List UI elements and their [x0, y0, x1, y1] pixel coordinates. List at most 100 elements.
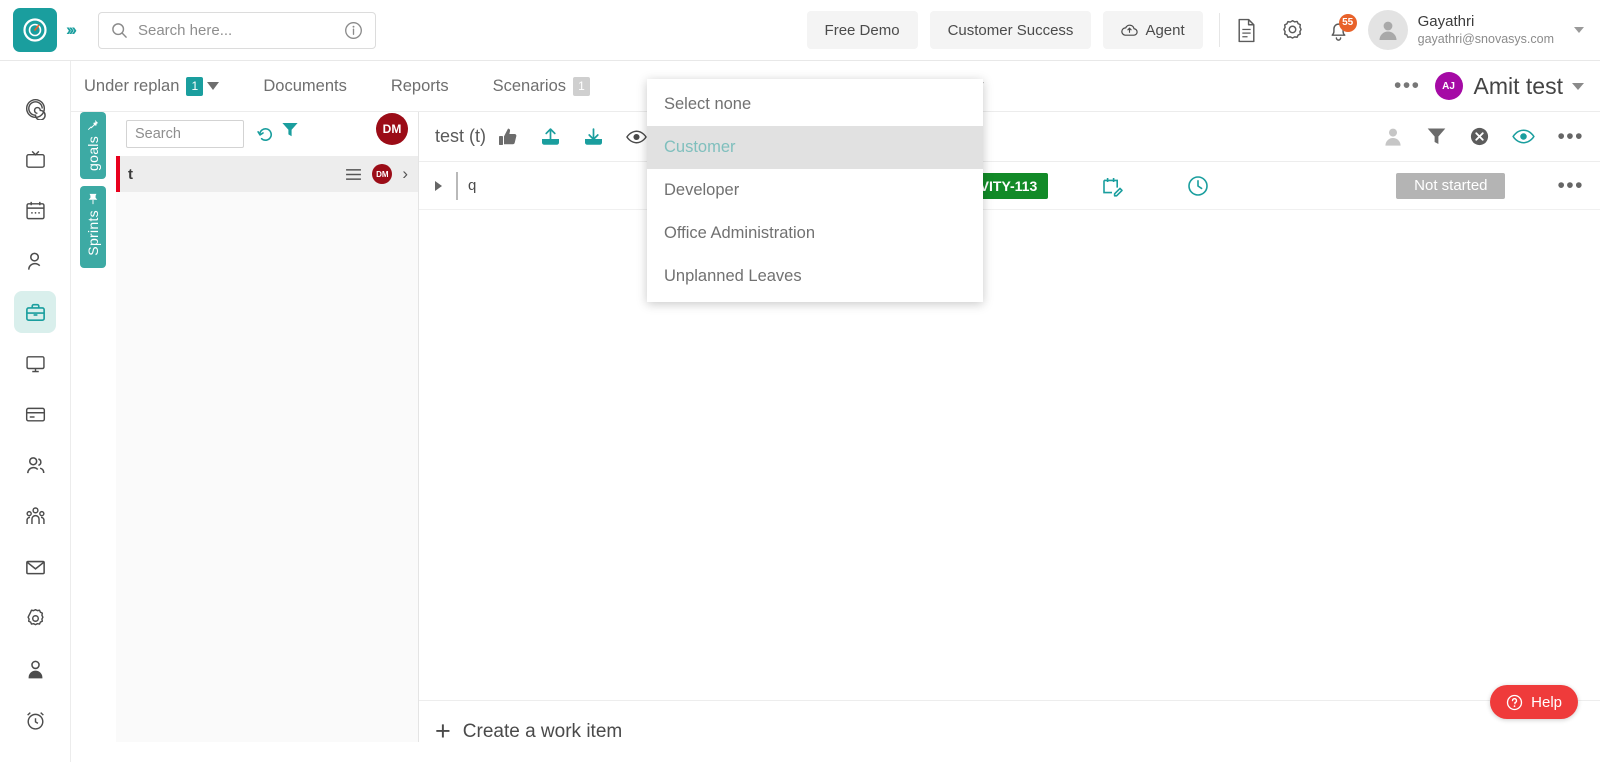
- category-dropdown-menu: Select none Customer Developer Office Ad…: [647, 79, 983, 302]
- monitor-icon: [24, 352, 47, 375]
- sidebar-item-dashboard[interactable]: [14, 87, 56, 129]
- create-work-item-row[interactable]: + Create a work item: [419, 700, 1600, 762]
- person-icon: [24, 250, 47, 273]
- vertical-tab-goals[interactable]: goals: [80, 112, 106, 179]
- sidebar-item-work[interactable]: [14, 291, 56, 333]
- alarm-clock-icon: [24, 709, 47, 732]
- free-demo-button[interactable]: Free Demo: [806, 11, 918, 49]
- gear-icon[interactable]: [1270, 8, 1316, 52]
- funnel-filter-icon[interactable]: [281, 121, 299, 139]
- notification-bell-icon[interactable]: 55: [1316, 8, 1362, 52]
- person-filter-icon[interactable]: [1382, 126, 1404, 148]
- sidebar-item-settings[interactable]: [14, 597, 56, 639]
- main-content: test (t) ••• q ACTIVITY-113 Not started …: [419, 112, 1600, 762]
- sidebar-item-contacts[interactable]: [14, 240, 56, 282]
- plus-icon: +: [435, 716, 451, 746]
- clock-icon[interactable]: [1186, 174, 1210, 198]
- help-button[interactable]: Help: [1490, 685, 1578, 719]
- hamburger-menu-icon[interactable]: [345, 168, 362, 181]
- customer-success-button[interactable]: Customer Success: [929, 11, 1092, 49]
- more-options-icon[interactable]: •••: [1557, 125, 1584, 149]
- work-item-title: test (t): [435, 126, 487, 146]
- mail-icon: [24, 556, 47, 579]
- dropdown-item-unplanned-leaves[interactable]: Unplanned Leaves: [647, 255, 983, 298]
- global-search[interactable]: [97, 11, 376, 49]
- user-profile-menu[interactable]: Gayathri gayathri@snovasys.com: [1367, 10, 1554, 50]
- header-divider: [1218, 13, 1220, 47]
- top-header: ››› Free Demo Customer Success: [0, 0, 1600, 61]
- status-badge: Not started: [1396, 172, 1506, 199]
- user-email: gayathri@snovasys.com: [1417, 32, 1554, 46]
- notification-count-badge: 55: [1338, 14, 1357, 32]
- left-list-panel: DM t DM ›: [116, 112, 419, 742]
- expand-row-caret-icon[interactable]: [435, 180, 442, 191]
- tab-label: Under replan: [84, 76, 180, 95]
- reset-arrow-icon[interactable]: [256, 125, 275, 144]
- chevrons-right-icon[interactable]: ›››: [66, 20, 77, 40]
- vertical-pinned-tabs: goals Sprints: [80, 112, 106, 275]
- list-panel-header: DM: [116, 112, 418, 156]
- create-work-item-label[interactable]: Create a work item: [463, 721, 622, 743]
- sidebar-item-profile[interactable]: [14, 648, 56, 690]
- user-menu-caret-icon[interactable]: [1574, 27, 1584, 33]
- project-menu-caret-icon[interactable]: [1572, 82, 1584, 90]
- tab-documents[interactable]: Documents: [263, 77, 346, 96]
- tab-label: Scenarios: [492, 76, 566, 95]
- download-icon[interactable]: [583, 126, 604, 147]
- sidebar-item-monitor[interactable]: [14, 342, 56, 384]
- search-input[interactable]: [135, 20, 344, 40]
- tab-label: Reports: [390, 76, 449, 95]
- vertical-tab-label: Sprints: [85, 210, 101, 256]
- chevron-right-icon[interactable]: ›: [402, 164, 408, 184]
- chevron-down-icon[interactable]: [207, 82, 220, 90]
- clear-filter-icon[interactable]: [1469, 126, 1490, 147]
- avatar: DM: [376, 113, 408, 145]
- credit-card-icon: [24, 403, 47, 426]
- sidebar-item-mail[interactable]: [14, 546, 56, 588]
- search-icon: [111, 22, 128, 39]
- document-icon[interactable]: [1224, 8, 1270, 52]
- table-row[interactable]: q ACTIVITY-113 Not started •••: [419, 162, 1600, 210]
- pin-icon: [87, 193, 99, 205]
- info-icon[interactable]: [344, 21, 363, 40]
- dropdown-item-select-none[interactable]: Select none: [647, 83, 983, 126]
- question-circle-icon: [1506, 694, 1523, 711]
- users-icon: [24, 454, 47, 477]
- pin-icon: [87, 119, 99, 131]
- agent-button[interactable]: Agent: [1103, 11, 1203, 49]
- list-item-actions: DM ›: [345, 164, 408, 184]
- dropdown-item-office-administration[interactable]: Office Administration: [647, 212, 983, 255]
- tab-count-badge: 1: [186, 76, 204, 96]
- thumbs-up-icon[interactable]: [498, 127, 518, 147]
- sidebar-item-timer[interactable]: [14, 699, 56, 741]
- user-name: Gayathri: [1417, 13, 1475, 30]
- sidebar-item-teams[interactable]: [14, 495, 56, 537]
- funnel-filter-icon[interactable]: [1426, 126, 1447, 147]
- dropdown-item-customer[interactable]: Customer: [647, 126, 983, 169]
- eye-visibility-icon[interactable]: [1512, 128, 1536, 145]
- more-options-icon[interactable]: •••: [1394, 74, 1421, 98]
- row-more-options-icon[interactable]: •••: [1557, 174, 1584, 198]
- help-button-label: Help: [1531, 693, 1562, 711]
- calendar-edit-icon[interactable]: [1100, 174, 1124, 198]
- sidebar-item-payments[interactable]: [14, 393, 56, 435]
- gauge-logo-icon[interactable]: [13, 8, 57, 52]
- sidebar-item-calendar[interactable]: [14, 189, 56, 231]
- tab-reports[interactable]: Reports: [391, 77, 449, 96]
- tab-under-replan[interactable]: Under replan 1: [84, 76, 220, 96]
- dropdown-item-developer[interactable]: Developer: [647, 169, 983, 212]
- cloud-icon: [1121, 23, 1139, 37]
- tab-scenarios[interactable]: Scenarios 1: [492, 76, 590, 96]
- tab-count-badge: 1: [573, 76, 590, 96]
- vertical-tab-sprints[interactable]: Sprints: [80, 186, 106, 268]
- eye-icon[interactable]: [626, 129, 647, 145]
- upload-icon[interactable]: [540, 126, 561, 147]
- list-item[interactable]: t DM ›: [116, 156, 418, 192]
- project-avatar: AJ: [1434, 72, 1463, 100]
- list-search-input[interactable]: [126, 120, 244, 148]
- tv-board-icon: [24, 148, 47, 171]
- sidebar-item-board[interactable]: [14, 138, 56, 180]
- team-group-icon: [24, 505, 47, 528]
- sidebar-item-users[interactable]: [14, 444, 56, 486]
- user-avatar-icon: [1367, 10, 1408, 50]
